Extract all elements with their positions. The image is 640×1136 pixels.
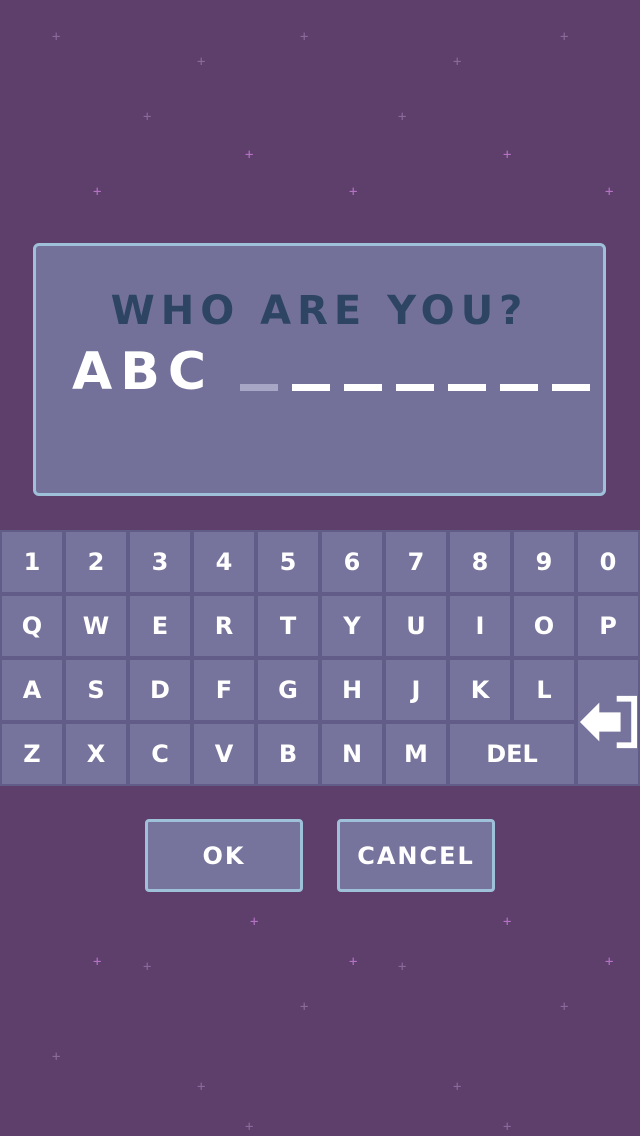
- key-5[interactable]: 5: [256, 530, 320, 594]
- key-h[interactable]: H: [320, 658, 384, 722]
- star-decoration: +: [300, 29, 309, 45]
- enter-arrow-icon: [579, 695, 638, 749]
- key-e[interactable]: E: [128, 594, 192, 658]
- key-d[interactable]: D: [128, 658, 192, 722]
- star-decoration: +: [245, 147, 254, 163]
- enter-key[interactable]: [576, 658, 640, 786]
- key-x[interactable]: X: [64, 722, 128, 786]
- key-t[interactable]: T: [256, 594, 320, 658]
- key-k[interactable]: K: [448, 658, 512, 722]
- key-c[interactable]: C: [128, 722, 192, 786]
- key-4[interactable]: 4: [192, 530, 256, 594]
- name-entry-dialog: WHO ARE YOU? ABC: [33, 243, 606, 496]
- empty-slot: [552, 384, 590, 391]
- key-u[interactable]: U: [384, 594, 448, 658]
- cursor-slot: [240, 384, 278, 391]
- key-g[interactable]: G: [256, 658, 320, 722]
- ok-button[interactable]: OK: [145, 819, 303, 892]
- star-decoration: +: [245, 1119, 254, 1135]
- star-decoration: +: [605, 954, 614, 970]
- star-decoration: +: [453, 54, 462, 70]
- key-y[interactable]: Y: [320, 594, 384, 658]
- key-j[interactable]: J: [384, 658, 448, 722]
- star-decoration: +: [503, 914, 512, 930]
- star-decoration: +: [250, 914, 259, 930]
- key-v[interactable]: V: [192, 722, 256, 786]
- key-b[interactable]: B: [256, 722, 320, 786]
- star-decoration: +: [93, 184, 102, 200]
- star-decoration: +: [560, 999, 569, 1015]
- key-r[interactable]: R: [192, 594, 256, 658]
- star-decoration: +: [197, 54, 206, 70]
- key-l[interactable]: L: [512, 658, 576, 722]
- key-s[interactable]: S: [64, 658, 128, 722]
- key-7[interactable]: 7: [384, 530, 448, 594]
- star-decoration: +: [398, 109, 407, 125]
- star-decoration: +: [93, 954, 102, 970]
- key-o[interactable]: O: [512, 594, 576, 658]
- empty-slot: [292, 384, 330, 391]
- star-decoration: +: [349, 184, 358, 200]
- star-decoration: +: [503, 1119, 512, 1135]
- key-z[interactable]: Z: [0, 722, 64, 786]
- key-f[interactable]: F: [192, 658, 256, 722]
- star-decoration: +: [52, 29, 61, 45]
- key-m[interactable]: M: [384, 722, 448, 786]
- cancel-button[interactable]: CANCEL: [337, 819, 495, 892]
- key-0[interactable]: 0: [576, 530, 640, 594]
- on-screen-keyboard: 1 2 3 4 5 6 7 8 9 0 Q W E R T Y U I O P A S D F G H J K L Z X C V B N M DEL: [0, 530, 640, 786]
- star-decoration: +: [52, 1049, 61, 1065]
- key-p[interactable]: P: [576, 594, 640, 658]
- key-6[interactable]: 6: [320, 530, 384, 594]
- key-2[interactable]: 2: [64, 530, 128, 594]
- star-decoration: +: [197, 1079, 206, 1095]
- key-i[interactable]: I: [448, 594, 512, 658]
- star-decoration: +: [143, 109, 152, 125]
- key-a[interactable]: A: [0, 658, 64, 722]
- key-9[interactable]: 9: [512, 530, 576, 594]
- key-3[interactable]: 3: [128, 530, 192, 594]
- key-1[interactable]: 1: [0, 530, 64, 594]
- key-n[interactable]: N: [320, 722, 384, 786]
- key-q[interactable]: Q: [0, 594, 64, 658]
- empty-slot: [396, 384, 434, 391]
- typed-name: ABC: [72, 342, 215, 402]
- dialog-prompt: WHO ARE YOU?: [110, 288, 529, 334]
- star-decoration: +: [398, 959, 407, 975]
- empty-slot: [500, 384, 538, 391]
- empty-slot: [448, 384, 486, 391]
- key-8[interactable]: 8: [448, 530, 512, 594]
- star-decoration: +: [560, 29, 569, 45]
- key-w[interactable]: W: [64, 594, 128, 658]
- delete-key[interactable]: DEL: [448, 722, 576, 786]
- star-decoration: +: [143, 959, 152, 975]
- empty-slot: [344, 384, 382, 391]
- star-decoration: +: [503, 147, 512, 163]
- star-decoration: +: [349, 954, 358, 970]
- star-decoration: +: [453, 1079, 462, 1095]
- star-decoration: +: [300, 999, 309, 1015]
- star-decoration: +: [605, 184, 614, 200]
